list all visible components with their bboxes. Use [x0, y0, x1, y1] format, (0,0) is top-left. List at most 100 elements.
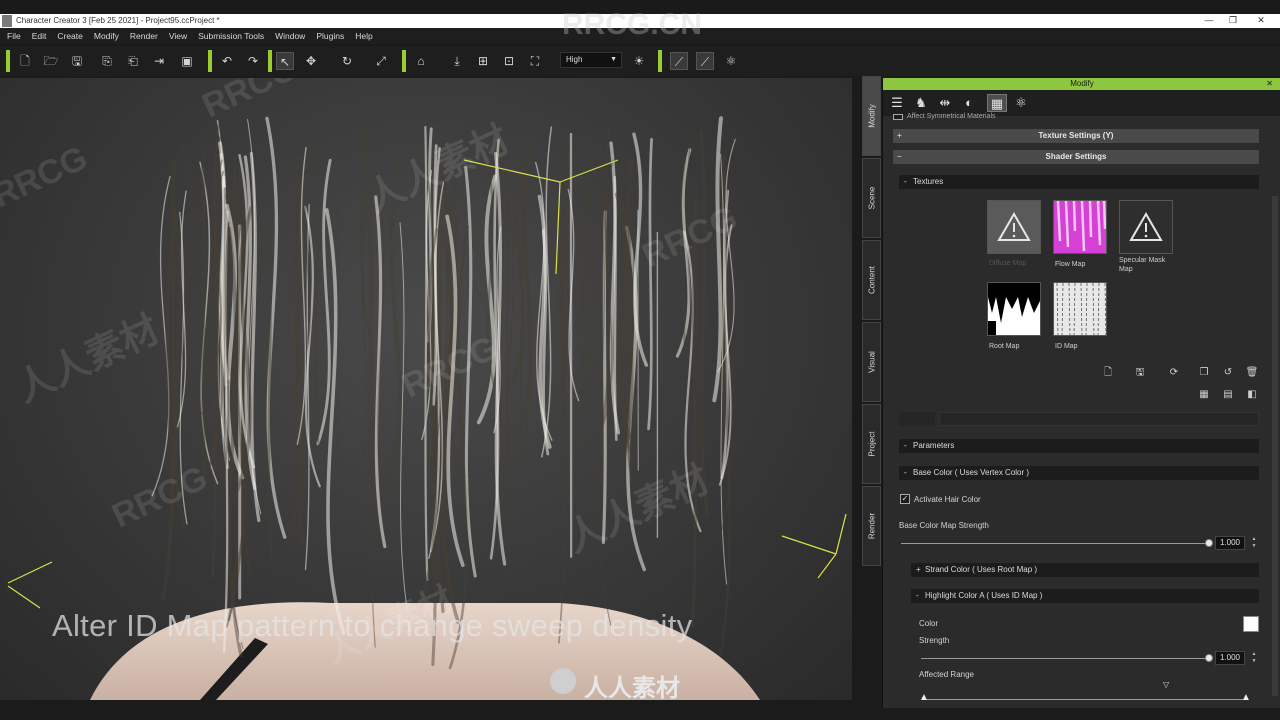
base-color-map-strength-knob[interactable]: [1205, 539, 1213, 547]
move-icon[interactable]: ✥: [302, 52, 320, 70]
menu-modify[interactable]: Modify: [94, 31, 119, 41]
load-texture-icon[interactable]: 🗋: [1101, 366, 1115, 380]
reset-texture-icon[interactable]: ↺: [1221, 366, 1235, 380]
spinner-icon[interactable]: ▲ ▼: [1251, 651, 1257, 665]
parameters-header[interactable]: - Parameters: [899, 439, 1259, 453]
spinner-icon[interactable]: ▲ ▼: [1251, 536, 1257, 550]
scale-icon[interactable]: ⤢: [372, 52, 390, 70]
menu-view[interactable]: View: [169, 31, 187, 41]
strength-knob[interactable]: [1205, 654, 1213, 662]
material-icon[interactable]: ▦: [987, 94, 1007, 112]
range-max-handle[interactable]: ▲: [1241, 692, 1251, 703]
shader-settings-header[interactable]: − Shader Settings: [893, 150, 1259, 164]
pose-edit-icon[interactable]: ⟋: [696, 52, 714, 70]
tab-project[interactable]: Project: [862, 404, 881, 484]
highlight-color-swatch[interactable]: [1243, 616, 1259, 632]
checker-icon[interactable]: ◧: [1245, 388, 1259, 402]
close-icon[interactable]: ✕: [1266, 78, 1273, 90]
menu-edit[interactable]: Edit: [32, 31, 47, 41]
range-min-handle[interactable]: ▲: [919, 692, 929, 703]
base-color-map-strength-track[interactable]: [901, 543, 1209, 544]
diffuse-map-label: Diffuse Map: [989, 260, 1027, 267]
render-icon[interactable]: ▣: [178, 52, 196, 70]
affected-range-track[interactable]: [923, 699, 1247, 700]
base-color-map-strength-input[interactable]: 1.000: [1215, 536, 1245, 550]
appearance-icon[interactable]: ◐: [959, 94, 979, 112]
range-marker-icon[interactable]: ▽: [1163, 680, 1169, 689]
save-icon[interactable]: 🖫: [68, 52, 86, 70]
specular-mask-map-slot[interactable]: [1119, 200, 1173, 254]
menu-help[interactable]: Help: [355, 31, 372, 41]
strength-track[interactable]: [921, 658, 1209, 659]
id-map-slot[interactable]: [1053, 282, 1107, 336]
minimize-button[interactable]: —: [1198, 14, 1220, 28]
3d-viewport[interactable]: RRCG RRCG 人人素材 RRCG 人人素材 RRCG RRCG 人人素材 …: [0, 78, 852, 700]
panel-scrollbar[interactable]: [1272, 196, 1278, 696]
import-icon[interactable]: ⎘: [98, 52, 116, 70]
bone-edit-icon[interactable]: ⟋: [670, 52, 688, 70]
tab-content[interactable]: Content: [862, 240, 881, 320]
menu-submission-tools[interactable]: Submission Tools: [198, 31, 264, 41]
refresh-texture-icon[interactable]: ⟳: [1167, 366, 1181, 380]
frame-selected-icon[interactable]: ⊡: [500, 52, 518, 70]
copy-texture-icon[interactable]: ❐: [1197, 366, 1211, 380]
flow-map-slot[interactable]: [1053, 200, 1107, 254]
collapse-icon: -: [904, 441, 907, 450]
motion-icon[interactable]: ♞: [911, 94, 931, 112]
attributes-icon[interactable]: ☰: [887, 94, 907, 112]
quality-dropdown[interactable]: High ▼: [560, 52, 622, 68]
menu-create[interactable]: Create: [57, 31, 83, 41]
side-tabs: Modify Scene Content Visual Project Rend…: [862, 76, 882, 566]
open-folder-icon[interactable]: 🗁: [42, 52, 60, 70]
light-icon[interactable]: ☀: [630, 52, 648, 70]
root-map-label: Root Map: [989, 343, 1020, 350]
tab-scene[interactable]: Scene: [862, 158, 881, 238]
textures-header[interactable]: - Textures: [899, 175, 1259, 189]
redo-icon[interactable]: ↷: [244, 52, 262, 70]
morph-icon[interactable]: ⇹: [935, 94, 955, 112]
diffuse-map-slot[interactable]: [987, 200, 1041, 254]
menu-file[interactable]: File: [7, 31, 21, 41]
layout-icon[interactable]: ▤: [1221, 388, 1235, 402]
physics-icon[interactable]: ⚛: [1011, 94, 1031, 112]
home-camera-icon[interactable]: ⌂: [412, 52, 430, 70]
warning-icon: [997, 212, 1031, 241]
send-icon[interactable]: ⇥: [150, 52, 168, 70]
save-texture-icon[interactable]: 🖫: [1133, 366, 1147, 380]
menu-window[interactable]: Window: [275, 31, 305, 41]
menu-render[interactable]: Render: [130, 31, 158, 41]
undo-icon[interactable]: ↶: [218, 52, 236, 70]
hair-strand: [201, 146, 206, 480]
camera-view-icon[interactable]: ⛶: [526, 52, 544, 70]
export-icon[interactable]: ⎗: [124, 52, 142, 70]
fit-view-icon[interactable]: ⊞: [474, 52, 492, 70]
new-file-icon[interactable]: 🗋: [16, 52, 34, 70]
app-icon: [2, 15, 12, 27]
hair-strand: [585, 193, 605, 541]
select-icon[interactable]: ↖: [276, 52, 294, 70]
rotate-icon[interactable]: ↻: [338, 52, 356, 70]
footer-logo: 人人素材: [550, 666, 720, 700]
physics-icon[interactable]: ⚛: [722, 52, 740, 70]
highlight-color-a-header[interactable]: - Highlight Color A ( Uses ID Map ): [911, 589, 1259, 603]
menu-plugins[interactable]: Plugins: [316, 31, 344, 41]
base-color-header[interactable]: - Base Color ( Uses Vertex Color ): [899, 466, 1259, 480]
blend-field[interactable]: [939, 412, 1259, 426]
collapse-icon: -: [904, 177, 907, 186]
grid-view-icon[interactable]: ▦: [1197, 388, 1211, 402]
strength-input[interactable]: 1.000: [1215, 651, 1245, 665]
activate-hair-color-checkbox[interactable]: ✓: [900, 494, 910, 504]
root-map-slot[interactable]: [987, 282, 1041, 336]
affect-symmetrical-checkbox[interactable]: [893, 114, 903, 120]
delete-texture-icon[interactable]: 🗑: [1245, 366, 1259, 380]
strand-color-header[interactable]: + Strand Color ( Uses Root Map ): [911, 563, 1259, 577]
maximize-button[interactable]: ❐: [1222, 14, 1244, 28]
tab-modify[interactable]: Modify: [862, 76, 881, 156]
hair-strand: [558, 203, 566, 644]
close-button[interactable]: ✕: [1250, 14, 1272, 28]
texture-settings-header[interactable]: + Texture Settings (Y): [893, 129, 1259, 143]
hair-strand: [613, 175, 618, 442]
tab-render[interactable]: Render: [862, 486, 881, 566]
drop-to-floor-icon[interactable]: ⤓: [448, 52, 466, 70]
tab-visual[interactable]: Visual: [862, 322, 881, 402]
